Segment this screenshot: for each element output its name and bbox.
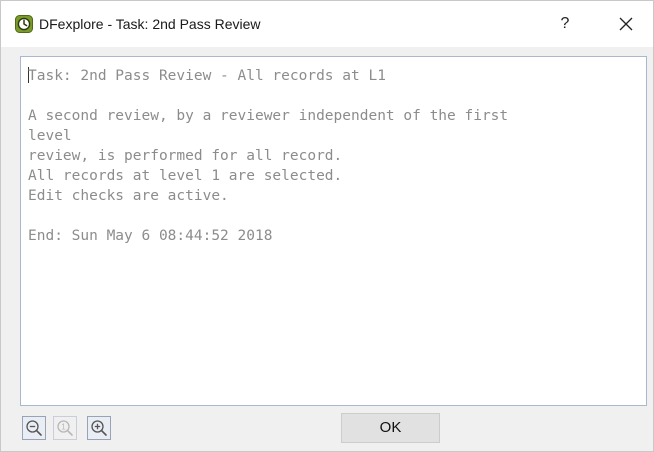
task-log-panel[interactable]: Task: 2nd Pass Review - All records at L… xyxy=(20,56,647,406)
task-dialog-window: DFexplore - Task: 2nd Pass Review ? Task… xyxy=(0,0,654,452)
log-line: level xyxy=(28,128,72,144)
window-title: DFexplore - Task: 2nd Pass Review xyxy=(39,16,261,32)
zoom-reset-button[interactable]: 1 xyxy=(53,416,77,440)
help-button[interactable]: ? xyxy=(550,10,580,38)
log-line: Edit checks are active. xyxy=(28,188,229,204)
dfexplore-app-icon xyxy=(15,15,33,33)
zoom-reset-glyph: 1 xyxy=(61,422,66,431)
log-line: All records at level 1 are selected. xyxy=(28,168,343,184)
title-bar[interactable]: DFexplore - Task: 2nd Pass Review ? xyxy=(1,1,653,47)
log-line-text: Task: 2nd Pass Review - All records at L… xyxy=(28,68,386,84)
log-line: A second review, by a reviewer independe… xyxy=(28,108,509,124)
close-icon xyxy=(619,17,633,31)
zoom-in-icon xyxy=(91,420,107,436)
log-line: review, is performed for all record. xyxy=(28,148,343,164)
close-button[interactable] xyxy=(609,10,643,38)
zoom-in-button[interactable] xyxy=(87,416,111,440)
log-line: Task: 2nd Pass Review - All records at L… xyxy=(28,66,646,86)
log-line: End: Sun May 6 08:44:52 2018 xyxy=(28,228,273,244)
zoom-out-icon xyxy=(26,420,42,436)
zoom-reset-icon: 1 xyxy=(57,420,73,436)
zoom-out-button[interactable] xyxy=(22,416,46,440)
dialog-button-bar: 1 OK xyxy=(1,407,653,451)
ok-button[interactable]: OK xyxy=(341,413,440,443)
